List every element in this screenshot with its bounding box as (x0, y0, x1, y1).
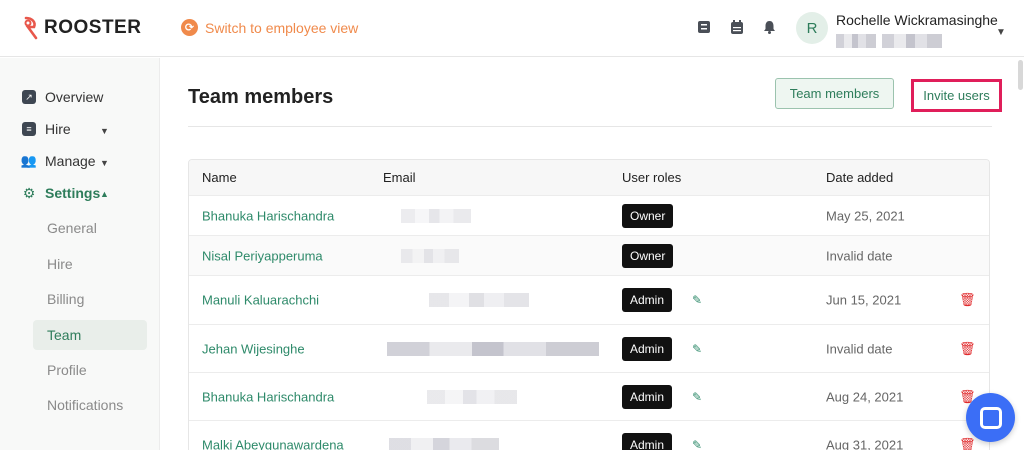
role-badge: Admin (622, 384, 673, 409)
table-header: Name Email User roles Date added (189, 160, 989, 195)
hire-icon: ≡ (22, 122, 36, 136)
sidebar-subitem-team[interactable]: Team (33, 320, 147, 350)
email-redacted (389, 437, 499, 450)
table-row[interactable]: Bhanuka Harischandra Admin ✎ Aug 24, 202… (189, 372, 989, 420)
chevron-down-icon[interactable]: ▼ (100, 126, 109, 136)
sidebar-item-label: Overview (45, 89, 104, 105)
sidebar-subitem-billing[interactable]: Billing (33, 284, 147, 314)
role-badge: Owner (622, 243, 674, 268)
sidebar-subitem-general[interactable]: General (33, 213, 147, 243)
email-redacted (427, 389, 517, 404)
role-badge: Admin (622, 432, 673, 450)
edit-role-icon[interactable]: ✎ (692, 342, 702, 356)
top-bar: ROOSTER ⟳ Switch to employee view R Roch… (0, 0, 1024, 57)
sidebar-item-settings[interactable]: ⚙ Settings (22, 184, 101, 202)
email-redacted (401, 248, 459, 263)
chevron-up-icon[interactable]: ▲ (100, 189, 109, 199)
email-redacted (429, 293, 529, 307)
sidebar-item-manage[interactable]: 👥 Manage (20, 153, 96, 169)
switch-label: Switch to employee view (205, 19, 359, 36)
switch-icon: ⟳ (181, 19, 198, 36)
sidebar-item-overview[interactable]: ↗ Overview (22, 89, 103, 105)
role-badge: Admin (622, 336, 673, 361)
date-added: Aug 31, 2021 (826, 437, 904, 450)
column-header-date-added[interactable]: Date added (826, 170, 893, 185)
delete-icon[interactable]: 🗑 (959, 437, 976, 450)
email-redacted (401, 208, 471, 223)
column-header-user-roles[interactable]: User roles (622, 170, 681, 185)
member-name[interactable]: Malki Abeygunawardena (202, 437, 344, 450)
column-header-name[interactable]: Name (202, 170, 237, 185)
member-name[interactable]: Bhanuka Harischandra (202, 389, 334, 404)
team-table: Name Email User roles Date added Bhanuka… (188, 159, 990, 450)
page-title: Team members (188, 86, 334, 108)
chat-icon (979, 406, 1002, 429)
user-name: Rochelle Wickramasinghe (836, 12, 998, 28)
overview-icon: ↗ (22, 90, 36, 104)
invite-users-button[interactable]: Invite users (911, 79, 1002, 112)
bell-icon[interactable] (762, 19, 777, 35)
divider (188, 126, 992, 127)
calendar-icon[interactable] (729, 19, 744, 35)
table-row[interactable]: Jehan Wijesinghe Admin ✎ Invalid date 🗑 (189, 324, 989, 372)
table-row[interactable]: Bhanuka Harischandra Owner May 25, 2021 (189, 195, 989, 235)
member-name[interactable]: Bhanuka Harischandra (202, 208, 334, 223)
delete-icon[interactable]: 🗑 (959, 292, 976, 308)
table-row[interactable]: Malki Abeygunawardena Admin ✎ Aug 31, 20… (189, 420, 989, 450)
sidebar-item-label: Manage (45, 153, 96, 169)
sidebar-subitem-hire[interactable]: Hire (33, 249, 147, 279)
chevron-down-icon[interactable]: ▼ (996, 27, 1006, 38)
date-added: Invalid date (826, 248, 893, 263)
table-row[interactable]: Nisal Periyapperuma Owner Invalid date (189, 235, 989, 275)
sidebar-item-hire[interactable]: ≡ Hire (22, 121, 71, 137)
date-added: Aug 24, 2021 (826, 389, 904, 404)
edit-role-icon[interactable]: ✎ (692, 438, 702, 450)
user-email-redacted (836, 34, 998, 48)
column-header-email[interactable]: Email (383, 170, 416, 185)
avatar: R (796, 12, 828, 44)
sidebar-subitem-notifications[interactable]: Notifications (33, 390, 147, 420)
scrollbar[interactable] (1018, 60, 1023, 90)
gear-icon: ⚙ (22, 184, 36, 201)
member-name[interactable]: Manuli Kaluarachchi (202, 293, 319, 308)
role-badge: Admin (622, 288, 673, 312)
date-added: Invalid date (826, 341, 893, 356)
brand-logo[interactable]: ROOSTER (22, 16, 141, 40)
user-menu[interactable]: R Rochelle Wickramasinghe ▼ (796, 10, 1006, 48)
switch-employee-view-button[interactable]: ⟳ Switch to employee view (181, 19, 358, 36)
team-members-button[interactable]: Team members (775, 78, 894, 109)
member-name[interactable]: Jehan Wijesinghe (202, 341, 305, 356)
sidebar-item-label: Hire (45, 121, 71, 137)
table-row[interactable]: Manuli Kaluarachchi Admin ✎ Jun 15, 2021… (189, 275, 989, 324)
checklist-icon[interactable] (696, 19, 711, 35)
date-added: May 25, 2021 (826, 208, 905, 223)
chat-launcher-button[interactable] (966, 393, 1015, 442)
email-redacted (387, 341, 599, 356)
edit-role-icon[interactable]: ✎ (692, 390, 702, 404)
chevron-down-icon[interactable]: ▼ (100, 158, 109, 168)
manage-icon: 👥 (20, 153, 38, 168)
rooster-logo-icon (24, 16, 38, 40)
sidebar: ↗ Overview ≡ Hire ▼ 👥 Manage ▼ ⚙ Setting… (0, 58, 160, 450)
date-added: Jun 15, 2021 (826, 292, 902, 308)
top-icons (696, 19, 777, 35)
sidebar-item-label: Settings (45, 185, 101, 201)
brand-name: ROOSTER (44, 17, 142, 38)
member-name[interactable]: Nisal Periyapperuma (202, 248, 323, 263)
role-badge: Owner (622, 203, 674, 228)
sidebar-subitem-profile[interactable]: Profile (33, 355, 147, 385)
edit-role-icon[interactable]: ✎ (692, 293, 702, 307)
delete-icon[interactable]: 🗑 (959, 341, 976, 357)
